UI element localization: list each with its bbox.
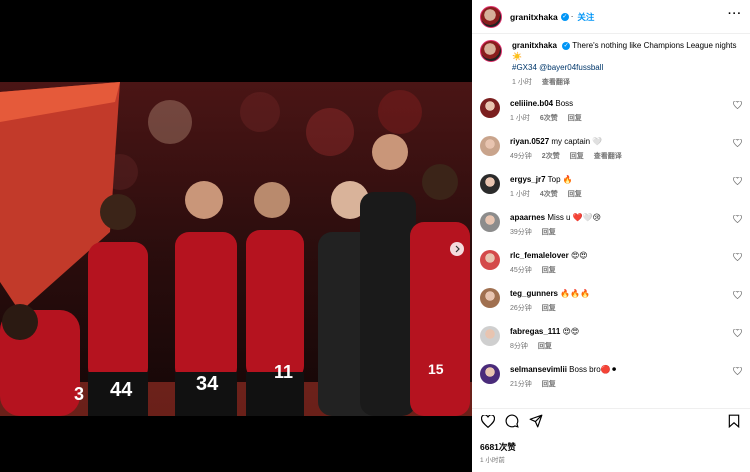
like-button[interactable] xyxy=(480,413,496,429)
reply-button[interactable]: 回复 xyxy=(570,153,584,160)
comment-like-heart-icon[interactable] xyxy=(733,329,742,337)
comment-row: celiiine.b04 Boss 1 小时 6次赞 回复 xyxy=(480,98,742,124)
translate-link[interactable]: 查看翻译 xyxy=(542,79,570,86)
comment-time: 39分钟 xyxy=(510,229,532,236)
comment-row: ergys_jr7 Top 🔥 1 小时 4次赞 回复 xyxy=(480,174,742,200)
commenter-avatar[interactable] xyxy=(480,250,500,270)
comment-row: selmansevimlii Boss bro🔴⚫ 21分钟 回复 xyxy=(480,364,742,390)
commenter-avatar[interactable] xyxy=(480,212,500,232)
comment-button[interactable] xyxy=(504,413,520,429)
reply-button[interactable]: 回复 xyxy=(542,229,556,236)
action-bar xyxy=(472,408,750,433)
verified-icon: ✓ xyxy=(560,12,569,21)
media-pane: 44 34 11 15 3 xyxy=(0,0,472,472)
post-header: granitxhaka ✓ · 关注 ··· xyxy=(472,0,750,34)
commenter-username[interactable]: celiiine.b04 xyxy=(510,99,553,108)
comment-row: teg_gunners 🔥🔥🔥 26分钟 回复 xyxy=(480,288,742,314)
send-icon xyxy=(529,414,543,428)
next-image-button[interactable] xyxy=(450,242,464,256)
more-options-button[interactable]: ··· xyxy=(728,9,742,20)
comment-like-heart-icon[interactable] xyxy=(733,253,742,261)
jersey-number: 11 xyxy=(274,362,293,382)
jersey-number: 34 xyxy=(196,373,219,395)
comment-like-heart-icon[interactable] xyxy=(733,139,742,147)
caption: granitxhaka ✓ There's nothing like Champ… xyxy=(480,40,742,88)
commenter-avatar[interactable] xyxy=(480,136,500,156)
like-count[interactable]: 6681次赞 xyxy=(480,441,516,453)
caption-hashtags[interactable]: #GX34 @bayer04fussball xyxy=(512,62,742,73)
commenter-username[interactable]: teg_gunners xyxy=(510,289,558,298)
heart-icon xyxy=(481,414,495,428)
follow-button[interactable]: 关注 xyxy=(577,11,594,23)
comment-time: 26分钟 xyxy=(510,305,532,312)
comments-list[interactable]: granitxhaka ✓ There's nothing like Champ… xyxy=(472,34,750,406)
commenter-avatar[interactable] xyxy=(480,288,500,308)
reply-button[interactable]: 回复 xyxy=(542,267,556,274)
reply-button[interactable]: 回复 xyxy=(568,191,582,198)
comment-icon xyxy=(505,414,519,428)
commenter-avatar[interactable] xyxy=(480,98,500,118)
comment-likes[interactable]: 4次赞 xyxy=(540,191,558,198)
comment-like-heart-icon[interactable] xyxy=(733,101,742,109)
comment-like-heart-icon[interactable] xyxy=(733,215,742,223)
commenter-username[interactable]: ergys_jr7 xyxy=(510,175,546,184)
instagram-post-view: 44 34 11 15 3 granitxhaka ✓ · 关注 ··· gra… xyxy=(0,0,750,472)
comment-row: riyan.0527 my captain 🤍 49分钟 2次赞 回复 查看翻译 xyxy=(480,136,742,162)
comment-text: 😍😍 xyxy=(570,251,588,260)
comment-likes[interactable]: 2次赞 xyxy=(542,153,560,160)
bookmark-icon xyxy=(728,414,740,428)
reply-button[interactable]: 回复 xyxy=(542,305,556,312)
comment-text: Boss xyxy=(555,99,574,108)
comment-text: Miss u ❤️🤍😢 xyxy=(547,213,601,222)
comment-row: rlc_femalelover 😍😍 45分钟 回复 xyxy=(480,250,742,276)
comment-time: 8分钟 xyxy=(510,343,528,350)
comment-like-heart-icon[interactable] xyxy=(733,291,742,299)
chevron-right-icon xyxy=(455,245,460,253)
jersey-number: 15 xyxy=(428,361,444,377)
comment-row: apaarnes Miss u ❤️🤍😢 39分钟 回复 xyxy=(480,212,742,238)
verified-icon: ✓ xyxy=(562,41,571,50)
comment-like-heart-icon[interactable] xyxy=(733,177,742,185)
reply-button[interactable]: 回复 xyxy=(568,115,582,122)
comment-time: 21分钟 xyxy=(510,381,532,388)
commenter-username[interactable]: apaarnes xyxy=(510,213,545,222)
comment-time: 45分钟 xyxy=(510,267,532,274)
comment-text: 🔥🔥🔥 xyxy=(560,289,591,298)
jersey-number: 3 xyxy=(74,384,84,404)
comment-time: 49分钟 xyxy=(510,153,532,160)
post-photo[interactable]: 44 34 11 15 3 xyxy=(0,82,472,416)
team-celebration-image: 44 34 11 15 3 xyxy=(0,82,472,416)
caption-username[interactable]: granitxhaka xyxy=(512,41,557,50)
comment-text: Boss bro🔴⚫ xyxy=(569,365,618,374)
author-username[interactable]: granitxhaka xyxy=(510,12,558,22)
comments-pane: granitxhaka ✓ · 关注 ··· granitxhaka ✓ The… xyxy=(472,0,750,472)
caption-time: 1 小时 xyxy=(512,79,532,86)
separator-dot: · xyxy=(570,12,574,21)
comment-like-heart-icon[interactable] xyxy=(733,367,742,375)
comment-text: 😍😍 xyxy=(562,327,580,336)
commenter-avatar[interactable] xyxy=(480,326,500,346)
translate-link[interactable]: 查看翻译 xyxy=(594,153,622,160)
reply-button[interactable]: 回复 xyxy=(542,381,556,388)
commenter-username[interactable]: rlc_femalelover xyxy=(510,251,569,260)
comment-text: Top 🔥 xyxy=(547,175,573,184)
comment-likes[interactable]: 6次赞 xyxy=(540,115,558,122)
comment-time: 1 小时 xyxy=(510,115,530,122)
author-avatar[interactable] xyxy=(480,5,502,28)
comment-time: 1 小时 xyxy=(510,191,530,198)
jersey-number: 44 xyxy=(110,379,133,401)
share-button[interactable] xyxy=(528,413,544,429)
reply-button[interactable]: 回复 xyxy=(538,343,552,350)
commenter-username[interactable]: selmansevimlii xyxy=(510,365,567,374)
comment-row: fabregas_111 😍😍 8分钟 回复 xyxy=(480,326,742,352)
commenter-avatar[interactable] xyxy=(480,364,500,384)
post-time: 1 小时前 xyxy=(480,457,505,464)
caption-avatar[interactable] xyxy=(480,40,502,62)
commenter-avatar[interactable] xyxy=(480,174,500,194)
comment-text: my captain 🤍 xyxy=(551,137,603,146)
commenter-username[interactable]: fabregas_111 xyxy=(510,327,560,336)
save-button[interactable] xyxy=(726,413,742,429)
commenter-username[interactable]: riyan.0527 xyxy=(510,137,549,146)
